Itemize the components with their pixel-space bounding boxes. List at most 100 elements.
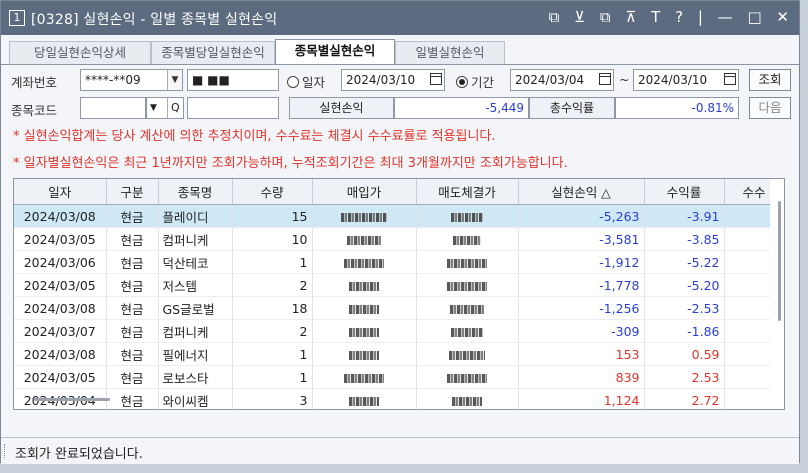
radio-date[interactable]: 일자	[287, 72, 325, 91]
status-grip	[4, 444, 7, 458]
calendar-icon[interactable]	[599, 73, 611, 85]
row-rate: -2.53	[644, 296, 725, 320]
table-row[interactable]: 2024/03/08 현금 필에너지 1 153 0.59	[14, 342, 784, 366]
period-from-value: 2024/03/04	[515, 73, 585, 87]
masked-value	[452, 396, 482, 406]
row-sell-price	[416, 365, 519, 389]
tab-stock-today[interactable]: 종목별당일실현손익	[151, 41, 275, 64]
row-sell-price	[416, 273, 519, 297]
table-row[interactable]: 2024/03/05 현금 컴퍼니케 10 -3,581 -3.85	[14, 227, 784, 251]
masked-value	[347, 235, 381, 245]
help-icon[interactable]: ?	[675, 8, 685, 26]
table-row[interactable]: 2024/03/04현금와이씨켐31,1242.72	[14, 388, 784, 409]
yield-total: -0.81%	[615, 97, 739, 119]
row-type: 현금	[106, 273, 159, 297]
col-sell-price[interactable]: 매도체결가	[416, 179, 519, 205]
table-row[interactable]: 2024/03/05 현금 저스템 2 -1,778 -5.20	[14, 273, 784, 297]
row-buy-price	[312, 388, 417, 409]
calendar-icon[interactable]	[724, 73, 736, 85]
always-on-top-icon[interactable]: ⊼	[625, 8, 638, 26]
account-label: 계좌번호	[11, 75, 58, 90]
row-rate: 2.72	[644, 388, 725, 409]
row-rate: -3.85	[644, 227, 725, 251]
row-sell-price	[416, 342, 519, 366]
row-name: 컴퍼니케	[158, 319, 233, 343]
row-sell-price	[416, 204, 519, 228]
window-number-badge: 1	[9, 10, 25, 26]
stock-code-input[interactable]	[80, 97, 146, 119]
next-button[interactable]: 다음	[749, 97, 791, 119]
calendar-icon[interactable]	[430, 73, 442, 85]
row-qty: 10	[232, 227, 313, 251]
search-icon[interactable]: Q	[167, 98, 180, 118]
table-row[interactable]: 2024/03/05 현금 로보스타 1 839 2.53	[14, 365, 784, 389]
account-select[interactable]: ****-**09 ▼	[80, 69, 183, 91]
row-type: 현금	[106, 250, 159, 274]
row-buy-price	[312, 296, 417, 320]
close-icon[interactable]: ✕	[776, 8, 791, 26]
window-title: [0328] 실현손익 - 일별 종목별 실현손익	[31, 12, 278, 28]
account-value: ****-**09	[85, 73, 141, 87]
tab-bar: 당일실현손익상세 종목별당일실현손익 종목별실현손익 일별실현손익	[1, 39, 799, 65]
copy-window-icon[interactable]: ⧉	[600, 8, 613, 26]
table-row[interactable]: 2024/03/08 현금 플레이디 15 -5,263 -3.91	[14, 204, 784, 228]
chevron-down-icon[interactable]: ▼	[150, 98, 157, 118]
row-pnl: -1,256	[518, 296, 645, 320]
table-row[interactable]: 2024/03/07 현금 컴퍼니케 2 -309 -1.86	[14, 319, 784, 343]
table-row[interactable]: 2024/03/06 현금 덕산테코 1 -1,912 -5.22	[14, 250, 784, 274]
table-row[interactable]: 2024/03/08 현금 GS글로벌 18 -1,256 -2.53	[14, 296, 784, 320]
status-bar: 조회가 완료되었습니다.	[1, 437, 799, 464]
window-controls: ⧉ ⊻ ⧉ ⊼ T ? | — □ ✕	[543, 8, 791, 26]
masked-value	[453, 235, 481, 245]
maximize-icon[interactable]: □	[747, 8, 763, 26]
radio-period-icon[interactable]	[456, 76, 468, 88]
background-window-text	[0, 463, 808, 473]
radio-date-label: 일자	[302, 75, 326, 90]
row-rate: -1.86	[644, 319, 725, 343]
tab-daily-realized[interactable]: 일별실현손익	[395, 41, 505, 64]
row-sell-price	[416, 296, 519, 320]
radio-date-icon[interactable]	[287, 76, 299, 88]
scrollbar-thumb[interactable]	[778, 201, 781, 321]
font-size-icon[interactable]: T	[651, 8, 662, 26]
title-bar[interactable]: 1 [0328] 실현손익 - 일별 종목별 실현손익 ⧉ ⊻ ⧉ ⊼ T ? …	[1, 1, 799, 35]
col-name[interactable]: 종목명	[158, 179, 233, 205]
tab-daily-detail[interactable]: 당일실현손익상세	[9, 41, 151, 64]
col-pnl[interactable]: 실현손익 △	[518, 179, 645, 205]
date-value: 2024/03/10	[346, 73, 416, 87]
search-button[interactable]: 조회	[749, 69, 791, 91]
col-date[interactable]: 일자	[14, 179, 107, 205]
masked-value	[451, 327, 483, 337]
row-name: 와이씨켐	[158, 388, 233, 409]
date-input[interactable]: 2024/03/10	[341, 69, 445, 91]
pnl-table: 일자 구분 종목명 수량 매입가 매도체결가 실현손익 △ 수익률 수수 202…	[13, 178, 785, 410]
horizontal-scrollbar[interactable]	[34, 398, 110, 401]
row-pnl: -1,778	[518, 273, 645, 297]
col-buy-price[interactable]: 매입가	[312, 179, 417, 205]
masked-value	[447, 258, 487, 268]
col-qty[interactable]: 수량	[232, 179, 313, 205]
masked-value	[451, 212, 483, 222]
row-sell-price	[416, 227, 519, 251]
period-from-input[interactable]: 2024/03/04	[510, 69, 614, 91]
row-date: 2024/03/08	[14, 296, 107, 320]
note-estimate: * 실현손익합계는 당사 계산에 의한 추정치이며, 수수료는 체결시 수수료률…	[13, 129, 496, 144]
row-buy-price	[312, 319, 417, 343]
row-pnl: -309	[518, 319, 645, 343]
period-to-input[interactable]: 2024/03/10	[633, 69, 739, 91]
vertical-scrollbar[interactable]	[770, 179, 784, 409]
realized-pnl-window: 1 [0328] 실현손익 - 일별 종목별 실현손익 ⧉ ⊻ ⧉ ⊼ T ? …	[0, 0, 800, 464]
row-pnl: -5,263	[518, 204, 645, 228]
chevron-down-icon[interactable]: ▼	[167, 70, 182, 90]
col-rate[interactable]: 수익률	[644, 179, 725, 205]
row-name: 플레이디	[158, 204, 233, 228]
masked-value	[344, 258, 384, 268]
link-window-icon[interactable]: ⧉	[549, 8, 562, 26]
tab-stock-realized[interactable]: 종목별실현손익	[275, 39, 395, 64]
minimize-icon[interactable]: —	[718, 8, 735, 26]
row-qty: 2	[232, 319, 313, 343]
col-type[interactable]: 구분	[106, 179, 159, 205]
radio-period[interactable]: 기간	[456, 72, 494, 91]
pin-icon[interactable]: ⊻	[574, 8, 587, 26]
note-period-limit: * 일자별실현손익은 최근 1년까지만 조회가능하며, 누적조회기간은 최대 3…	[13, 156, 568, 171]
